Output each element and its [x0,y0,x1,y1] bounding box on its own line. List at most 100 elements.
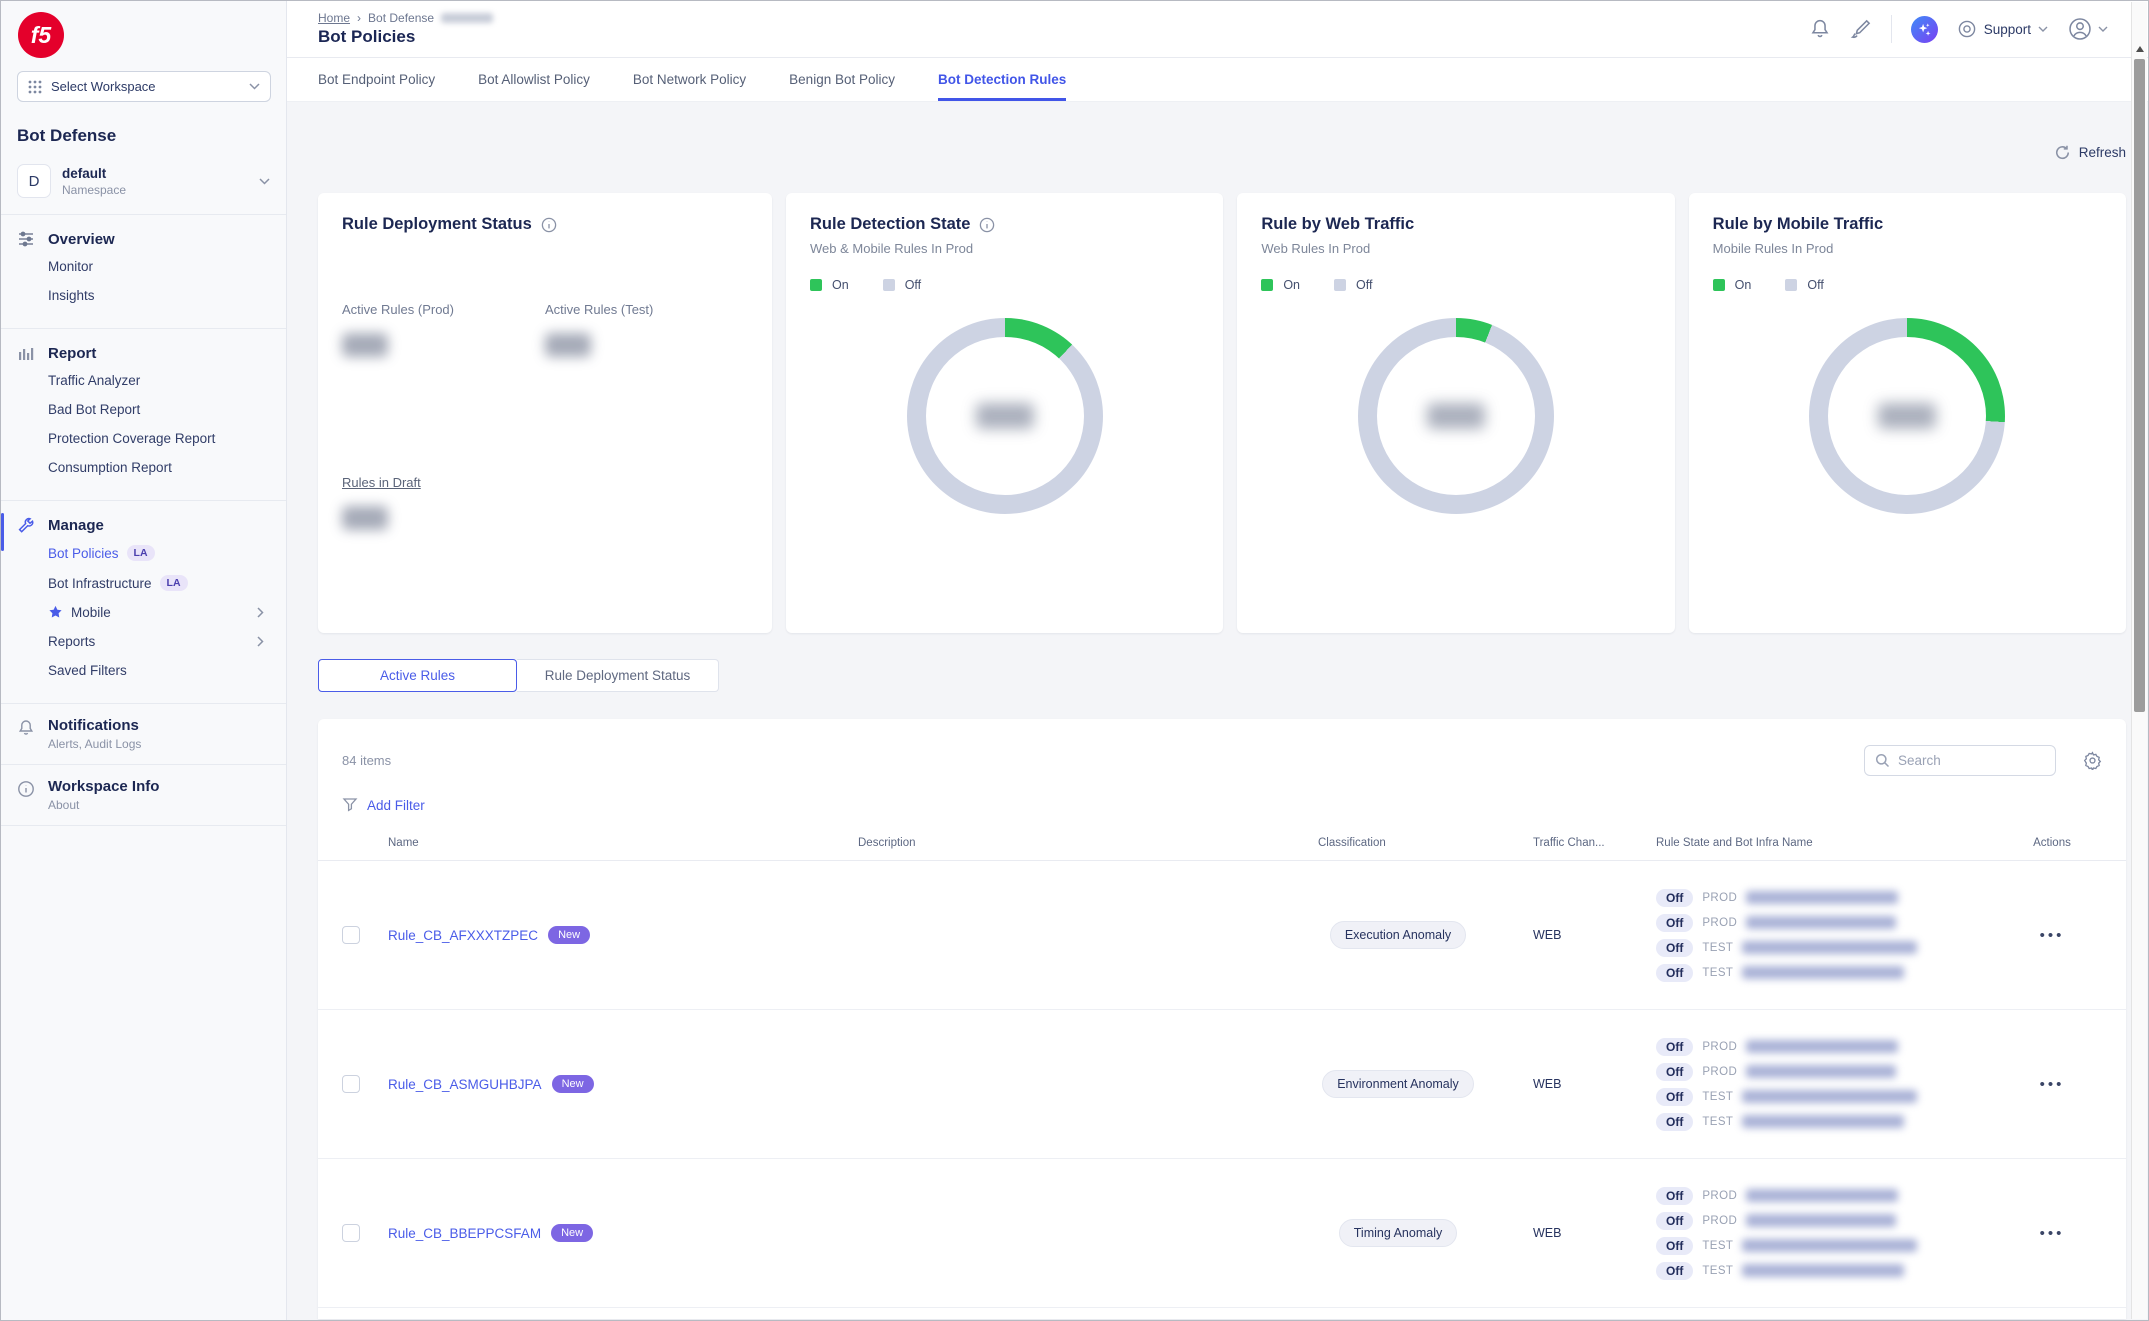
tab-bot-network-policy[interactable]: Bot Network Policy [633,58,746,101]
rule-name-link[interactable]: Rule_CB_BBEPPCSFAM [388,1226,541,1241]
sidebar-item-consumption-report[interactable]: Consumption Report [48,453,270,482]
column-header-name[interactable]: Name [388,837,858,849]
row-actions-ellipsis-icon[interactable]: ••• [1978,1076,2126,1093]
chevron-down-icon [2098,26,2108,32]
row-actions-ellipsis-icon[interactable]: ••• [1978,1225,2126,1242]
sidebar-item-workspace-info[interactable]: Workspace Info About [1,764,286,825]
rules-table-card: 84 items Add Filter [318,719,2126,1319]
donut-center-value-redacted [976,403,1034,429]
sidebar-item-manage[interactable]: Manage [17,516,270,534]
tab-label: Bot Detection Rules [938,72,1066,87]
sidebar-item-overview[interactable]: Overview [17,230,270,248]
metric-value-redacted [342,333,388,357]
env-label: TEST [1702,1116,1733,1128]
vertical-scrollbar[interactable] [2131,2,2147,1319]
row-checkbox[interactable] [342,1075,360,1093]
gear-icon[interactable] [2083,751,2102,770]
page-title: Bot Policies [318,27,493,47]
env-label: TEST [1702,1240,1733,1252]
user-icon [2067,16,2093,42]
traffic-channel: WEB [1518,1226,1648,1240]
tab-label: Benign Bot Policy [789,72,895,87]
sidebar-item-bot-policies[interactable]: Bot Policies LA [48,538,270,568]
sidebar-section-manage: Manage Bot Policies LA Bot Infrastructur… [1,500,286,703]
search-input[interactable] [1898,753,2028,768]
funnel-icon [342,797,358,813]
chevron-right-icon [257,636,264,647]
sidebar-item-insights[interactable]: Insights [48,281,270,310]
sidebar-item-traffic-analyzer[interactable]: Traffic Analyzer [48,366,270,395]
column-header-traffic-channel[interactable]: Traffic Chan... [1518,837,1648,849]
la-badge: LA [127,545,155,561]
metric-label-active-rules-test: Active Rules (Test) [545,302,748,317]
namespace-type-label: Namespace [62,183,126,197]
workspace-selector[interactable]: Select Workspace [17,71,271,102]
scrollbar-up-arrow-icon[interactable] [2136,46,2144,52]
items-count: 84 items [342,753,391,768]
scrollbar-thumb[interactable] [2134,59,2145,712]
new-badge: New [551,1224,593,1242]
ai-assistant-button[interactable] [1911,16,1938,43]
f5-logo[interactable]: f5 [18,12,64,58]
refresh-button[interactable]: Refresh [2054,144,2126,161]
sidebar-item-bad-bot-report[interactable]: Bad Bot Report [48,395,270,424]
chevron-down-icon [259,178,270,185]
infra-name-redacted [1742,1239,1917,1252]
infra-name-redacted [1746,1040,1898,1053]
state-pill: Off [1656,1063,1693,1081]
breadcrumb-home-link[interactable]: Home [318,11,350,25]
bell-icon [17,719,35,751]
rule-name-link[interactable]: Rule_CB_ASMGUHBJPA [388,1077,542,1092]
account-menu[interactable] [2067,16,2108,42]
card-rule-detection-state: Rule Detection State Web & Mobile Rules … [786,193,1223,633]
sidebar-item-label: Mobile [71,605,111,620]
table-search[interactable] [1864,745,2056,776]
sidebar-item-saved-filters[interactable]: Saved Filters [48,656,270,685]
legend-off-swatch [883,279,895,291]
state-pill: Off [1656,1088,1693,1106]
column-header-rule-state[interactable]: Rule State and Bot Infra Name [1648,837,1978,849]
add-filter-button[interactable]: Add Filter [367,798,425,813]
search-icon [1875,753,1890,768]
namespace-selector[interactable]: D default Namespace [17,164,270,214]
sidebar-item-mobile[interactable]: Mobile [48,598,270,627]
paintbrush-icon[interactable] [1850,18,1872,40]
column-header-description[interactable]: Description [858,837,1278,849]
rule-state-list: OffPROD OffPROD OffTEST OffTEST [1648,1187,1978,1280]
toggle-active-rules[interactable]: Active Rules [318,659,517,692]
infra-name-redacted [1742,1264,1904,1277]
rules-in-draft-link[interactable]: Rules in Draft [342,475,421,490]
state-pill: Off [1656,1212,1693,1230]
donut-center-value-redacted [1878,403,1936,429]
tab-bot-detection-rules[interactable]: Bot Detection Rules [938,58,1066,101]
tab-bot-endpoint-policy[interactable]: Bot Endpoint Policy [318,58,435,101]
sidebar-item-reports[interactable]: Reports [48,627,270,656]
row-checkbox[interactable] [342,1224,360,1242]
sidebar-item-bot-infrastructure[interactable]: Bot Infrastructure LA [48,568,270,598]
card-title: Rule Deployment Status [342,215,532,234]
tab-bot-allowlist-policy[interactable]: Bot Allowlist Policy [478,58,590,101]
info-icon[interactable] [541,217,557,233]
info-icon[interactable] [979,217,995,233]
state-pill: Off [1656,964,1693,982]
infra-name-redacted [1742,966,1904,979]
tab-benign-bot-policy[interactable]: Benign Bot Policy [789,58,895,101]
env-label: PROD [1702,1190,1737,1202]
card-title: Rule by Mobile Traffic [1713,215,1884,234]
row-checkbox[interactable] [342,926,360,944]
support-label: Support [1984,22,2031,37]
column-header-classification[interactable]: Classification [1278,837,1518,849]
sidebar-item-notifications[interactable]: Notifications Alerts, Audit Logs [1,703,286,764]
metric-value-redacted [545,333,591,357]
rule-name-link[interactable]: Rule_CB_AFXXXTZPEC [388,928,538,943]
support-menu[interactable]: Support [1957,19,2048,39]
sidebar-item-monitor[interactable]: Monitor [48,252,270,281]
breadcrumb-redacted-item [441,13,493,23]
row-actions-ellipsis-icon[interactable]: ••• [1978,927,2126,944]
bell-icon[interactable] [1809,18,1831,40]
refresh-label: Refresh [2079,145,2126,160]
toggle-rule-deployment-status[interactable]: Rule Deployment Status [517,659,719,692]
sidebar-item-protection-coverage-report[interactable]: Protection Coverage Report [48,424,270,453]
env-label: PROD [1702,892,1737,904]
sidebar-item-report[interactable]: Report [17,344,270,362]
